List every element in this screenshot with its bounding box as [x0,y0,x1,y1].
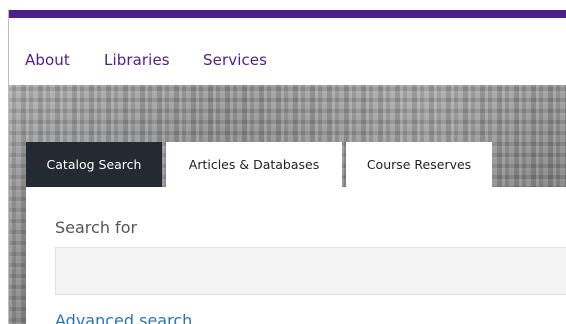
page-frame: About Libraries Services Catalog Search … [8,10,566,324]
main-nav: About Libraries Services [9,18,566,93]
nav-item-about[interactable]: About [25,51,70,69]
nav-item-libraries[interactable]: Libraries [104,51,170,69]
nav-item-services[interactable]: Services [203,51,267,69]
brand-top-bar [9,10,566,18]
tab-catalog-search-label: Catalog Search [46,157,142,172]
tab-catalog-search[interactable]: Catalog Search [26,142,162,187]
search-input[interactable] [55,247,566,295]
tab-articles-databases-label: Articles & Databases [188,157,320,172]
tab-course-reserves[interactable]: Course Reserves [346,142,492,187]
tab-articles-databases[interactable]: Articles & Databases [166,142,342,187]
tab-course-reserves-label: Course Reserves [366,157,472,172]
advanced-search-link[interactable]: Advanced search [55,311,192,324]
search-label: Search for [55,218,138,237]
search-panel: Search for Advanced search [26,187,566,324]
